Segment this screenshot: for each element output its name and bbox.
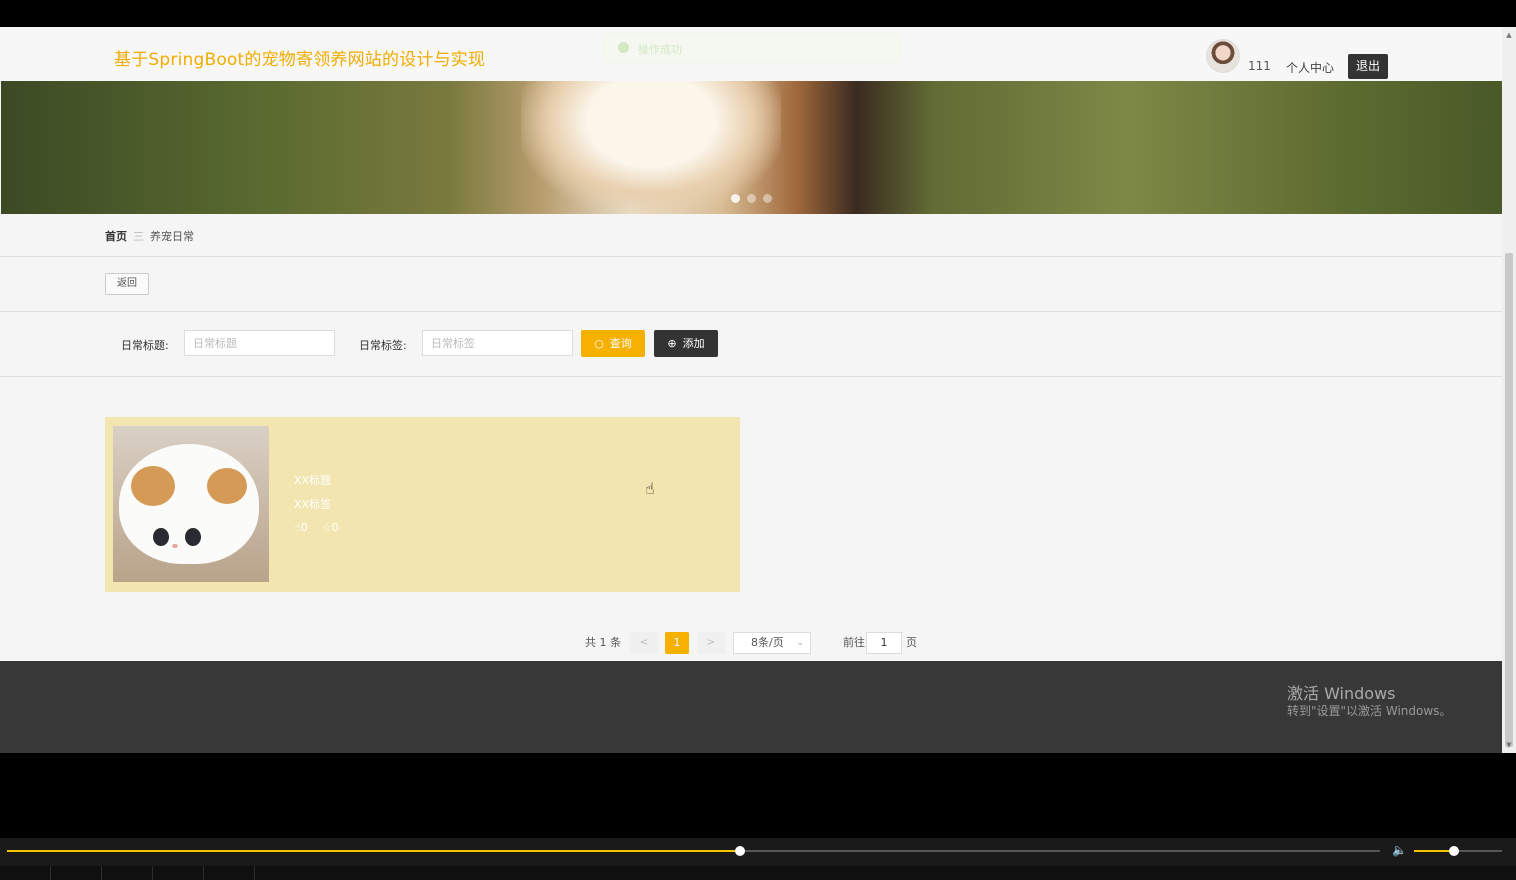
taskbar-item[interactable] (204, 866, 255, 880)
taskbar-item[interactable] (51, 866, 102, 880)
site-header: 基于SpringBoot的宠物寄领养网站的设计与实现 操作成功 111 个人中心… (0, 27, 1502, 81)
taskbar (0, 866, 1516, 880)
carousel-dot-1[interactable] (731, 194, 740, 203)
title-filter-label: 日常标题: (121, 339, 169, 352)
carousel-dot-3[interactable] (763, 194, 772, 203)
goto-label: 前往 (843, 636, 865, 649)
add-button-label: 添加 (682, 337, 705, 350)
cat-patch (207, 468, 247, 504)
seek-handle[interactable] (735, 846, 745, 856)
seek-bar-remaining[interactable] (740, 850, 1380, 852)
collect-value: 0 (331, 521, 339, 534)
cat-nose (172, 544, 178, 548)
tag-filter-label: 日常标签: (359, 339, 407, 352)
cat-patch (131, 466, 175, 506)
search-button-label: 查询 (609, 337, 632, 350)
windows-activation-title: 激活 Windows (1287, 684, 1396, 703)
taskbar-item[interactable] (102, 866, 153, 880)
prev-page-button[interactable]: < (630, 632, 658, 654)
scrollbar-thumb[interactable] (1505, 253, 1513, 747)
pet-photo[interactable] (113, 426, 269, 582)
item-stats: ☝0 ☆0 (294, 521, 353, 534)
like-value: 0 (300, 521, 308, 534)
top-black-bar (0, 0, 1516, 27)
title-search-input[interactable]: 日常标题 (184, 330, 335, 356)
logout-button[interactable]: 退出 (1348, 54, 1388, 79)
avatar[interactable] (1206, 39, 1240, 73)
tag-search-input[interactable]: 日常标签 (422, 330, 573, 356)
list-item[interactable]: XX标题 XX标签 ☝0 ☆0 (105, 417, 740, 592)
scroll-up-arrow-icon[interactable]: ▲ (1505, 31, 1513, 39)
page-number-current[interactable]: 1 (665, 632, 689, 654)
seek-bar-played[interactable] (7, 850, 740, 852)
browser-page: 基于SpringBoot的宠物寄领养网站的设计与实现 操作成功 111 个人中心… (0, 27, 1502, 753)
cat-image (119, 444, 259, 564)
banner-carousel (1, 81, 1502, 214)
windows-activation-subtitle: 转到"设置"以激活 Windows。 (1287, 704, 1452, 718)
taskbar-item[interactable] (0, 866, 51, 880)
hand-cursor-icon: ☝ (645, 479, 655, 498)
breadcrumb: 首页三养宠日常 (105, 228, 194, 244)
search-icon: ○ (594, 337, 604, 350)
next-page-button[interactable]: > (697, 632, 725, 654)
search-button[interactable]: ○ 查询 (581, 330, 645, 357)
star-icon: ☆ (321, 521, 332, 534)
collect-count: ☆0 (322, 521, 339, 534)
like-count: ☝0 (294, 521, 308, 534)
profile-link[interactable]: 个人中心 (1286, 59, 1334, 76)
page-suffix: 页 (906, 636, 917, 649)
back-button[interactable]: 返回 (105, 273, 149, 295)
taskbar-item[interactable] (153, 866, 204, 880)
pagination-total: 共 1 条 (585, 636, 621, 649)
goto-page-input[interactable]: 1 (866, 632, 902, 654)
toast-message: 操作成功 (638, 43, 682, 56)
divider (0, 256, 1502, 257)
cat-eye (185, 528, 201, 546)
volume-bar-remaining[interactable] (1454, 850, 1502, 852)
volume-icon[interactable]: 🔈 (1392, 843, 1407, 857)
add-button[interactable]: ⊕ 添加 (654, 330, 718, 357)
carousel-indicators (731, 192, 779, 206)
success-toast: 操作成功 (602, 32, 902, 64)
divider (0, 311, 1502, 312)
breadcrumb-current: 养宠日常 (150, 230, 194, 243)
scroll-down-arrow-icon[interactable]: ▼ (1505, 741, 1513, 749)
page-size-value: 8条/页 (751, 636, 784, 649)
check-circle-icon (618, 42, 629, 53)
vertical-scrollbar[interactable]: ▲ ▼ (1502, 27, 1516, 753)
thumbs-up-icon: ☝ (294, 521, 301, 534)
chevron-down-icon: ⌄ (796, 638, 804, 648)
breadcrumb-home[interactable]: 首页 (105, 230, 127, 243)
site-footer: 激活 Windows 转到"设置"以激活 Windows。 (0, 661, 1502, 753)
volume-bar-filled[interactable] (1414, 850, 1454, 852)
item-tag: XX标签 (294, 498, 332, 511)
breadcrumb-separator: 三 (133, 230, 144, 243)
username: 111 (1248, 59, 1271, 73)
page-size-select[interactable]: 8条/页 ⌄ (733, 632, 811, 654)
plus-circle-icon: ⊕ (667, 337, 677, 350)
item-title: XX标题 (294, 474, 332, 487)
site-title[interactable]: 基于SpringBoot的宠物寄领养网站的设计与实现 (114, 45, 485, 70)
divider (0, 376, 1502, 377)
volume-handle[interactable] (1449, 846, 1459, 856)
carousel-dot-2[interactable] (747, 194, 756, 203)
cat-eye (153, 528, 169, 546)
